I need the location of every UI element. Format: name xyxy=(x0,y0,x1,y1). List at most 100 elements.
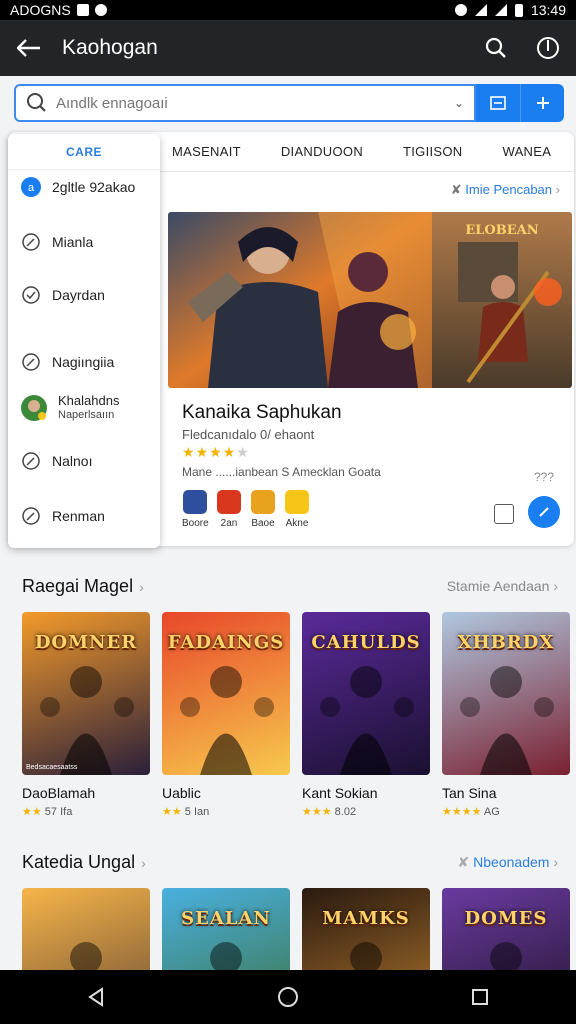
game-name: Kant Sokian xyxy=(302,785,378,801)
game-cover: XHBRDX xyxy=(442,612,570,775)
section-title[interactable]: Katedia Ungal › xyxy=(22,852,146,873)
game-card[interactable]: CAHULDS Kant Sokian ★★★ 8.02 xyxy=(302,612,430,818)
menu-header: CARE xyxy=(8,134,160,170)
leaf-icon xyxy=(20,351,42,373)
mini-app-label: 2an xyxy=(220,518,238,529)
back-arrow-icon[interactable] xyxy=(14,33,44,63)
featured-meta: Mane ......ianbean S Amecklan Goata xyxy=(182,465,381,479)
tab-wanea[interactable]: WANEA xyxy=(502,144,551,159)
section-category: Katedia Ungal › ✘ Nbeonadem › SEALAN MAMKS… xyxy=(0,838,576,970)
game-rating: ★★★★ AG xyxy=(442,806,500,818)
game-cover: DOMES xyxy=(442,888,570,970)
menu-item-5[interactable]: Nalnoı xyxy=(20,450,92,472)
status-time: 13:49 xyxy=(530,2,566,18)
star-icon: ★ xyxy=(195,444,210,460)
game-card[interactable]: FADAINGS Uablic ★★ 5 Ian xyxy=(162,612,290,818)
cover-title: CAHULDS xyxy=(311,632,421,653)
game-row: SEALAN MAMKS DOMES xyxy=(22,888,570,970)
cover-title: DOMES xyxy=(464,908,548,929)
mini-app[interactable]: Baoe xyxy=(250,490,276,529)
check-circle-icon xyxy=(20,284,42,306)
promo-link[interactable]: ✘ Imie Pencaban › xyxy=(451,182,560,198)
cover-artwork xyxy=(210,942,242,970)
section-recommended-link[interactable]: ✘ Nbeonadem › xyxy=(458,854,558,871)
section-title[interactable]: Raegai Magel › xyxy=(22,576,144,597)
game-name: Uablic xyxy=(162,785,201,801)
game-cover: SEALAN xyxy=(162,888,290,970)
game-cover: FADAINGS xyxy=(162,612,290,775)
search-icon[interactable] xyxy=(482,34,510,62)
game-card[interactable]: XHBRDX Tan Sina ★★★★ AG xyxy=(442,612,570,818)
nav-recents-icon[interactable] xyxy=(460,977,500,1017)
game-row: DOMNER Bedsacaesaatss DaoBlamah ★★ 57 Ifa FA… xyxy=(22,612,570,818)
cover-title: SEALAN xyxy=(181,908,271,929)
menu-item-2[interactable]: Dayrdan xyxy=(20,284,105,306)
search-icon xyxy=(27,93,46,112)
star-icon: ★ xyxy=(209,444,223,460)
tab-tigiison[interactable]: TIGIISON xyxy=(403,144,462,159)
page-title: Kaohogan xyxy=(62,36,158,59)
game-rating: ★★ 57 Ifa xyxy=(22,806,73,818)
mini-app[interactable]: Boore xyxy=(182,490,209,529)
app-bar: Kaohogan xyxy=(0,20,576,76)
add-button[interactable] xyxy=(520,84,564,122)
leaf-icon xyxy=(20,505,42,527)
search-box: ⌄ xyxy=(14,84,476,122)
section-see-all-link[interactable]: Stamie Aendaan › xyxy=(447,578,558,594)
cover-title: MAMKS xyxy=(322,908,410,929)
game-card[interactable]: DOMNER Bedsacaesaatss DaoBlamah ★★ 57 Ifa xyxy=(22,612,150,818)
info-icon[interactable] xyxy=(534,34,562,62)
avatar-icon xyxy=(20,394,48,422)
menu-item-3[interactable]: Nagiıngiia xyxy=(20,351,114,373)
search-input[interactable] xyxy=(56,94,454,112)
featured-rating: ★★★★★ xyxy=(182,444,250,461)
menu-item-1[interactable]: Mianla xyxy=(20,231,93,253)
app-icon xyxy=(251,490,275,514)
battery-icon xyxy=(514,3,523,17)
game-name: Tan Sina xyxy=(442,785,497,801)
game-cover xyxy=(22,888,150,970)
menu-item-6[interactable]: Renman xyxy=(20,505,105,527)
featured-title[interactable]: Kanaika Saphukan xyxy=(182,402,342,424)
cover-artwork xyxy=(490,942,522,970)
star-icon: ★ xyxy=(236,444,250,460)
cover-title: DOMNER xyxy=(34,632,138,653)
featured-meta-right: ??? xyxy=(533,470,554,484)
chevron-down-icon[interactable]: ⌄ xyxy=(454,96,464,110)
pencil-icon xyxy=(539,507,549,517)
game-card[interactable] xyxy=(22,888,150,970)
mini-app-label: Boore xyxy=(182,518,209,529)
image-icon xyxy=(76,4,89,16)
edit-button[interactable] xyxy=(528,496,560,528)
game-cover: DOMNER Bedsacaesaatss xyxy=(22,612,150,775)
featured-subtitle: Fledcanıdalo 0/ ehaont xyxy=(182,427,315,442)
cover-artwork xyxy=(70,942,102,970)
badge-icon: a xyxy=(20,176,42,198)
star-icon: ★ xyxy=(222,444,237,460)
system-nav-bar xyxy=(0,970,576,1024)
featured-banner[interactable]: ELOBEAN xyxy=(168,212,572,388)
game-card[interactable]: DOMES xyxy=(442,888,570,970)
menu-item-4[interactable]: Khalahdns Naperlsaıın xyxy=(20,393,119,423)
cover-title: FADAINGS xyxy=(167,632,285,653)
nav-home-icon[interactable] xyxy=(268,977,308,1017)
tag-icon: ✘ xyxy=(450,182,466,197)
tab-masenait[interactable]: MASENAIT xyxy=(172,144,241,159)
game-cover: MAMKS xyxy=(302,888,430,970)
nav-back-icon[interactable] xyxy=(76,977,116,1017)
section-popular: Raegai Magel › Stamie Aendaan › DOMNER Bed… xyxy=(0,562,576,822)
filter-button[interactable] xyxy=(476,84,520,122)
game-cover: CAHULDS xyxy=(302,612,430,775)
cover-artwork xyxy=(350,942,382,970)
star-icon: ★ xyxy=(182,444,196,460)
game-card[interactable]: MAMKS xyxy=(302,888,430,970)
mini-app[interactable]: Akne xyxy=(284,490,310,529)
leaf-icon xyxy=(20,450,42,472)
game-name: DaoBlamah xyxy=(22,785,96,801)
tab-bar: MASENAIT DIANDUOON TIGIISON WANEA xyxy=(158,132,574,172)
tab-dianduoon[interactable]: DIANDUOON xyxy=(281,144,363,159)
mini-app[interactable]: 2an xyxy=(216,490,242,529)
bookmark-icon[interactable] xyxy=(494,504,514,524)
menu-item-0[interactable]: a 2gltle 92akao xyxy=(20,176,135,198)
game-card[interactable]: SEALAN xyxy=(162,888,290,970)
